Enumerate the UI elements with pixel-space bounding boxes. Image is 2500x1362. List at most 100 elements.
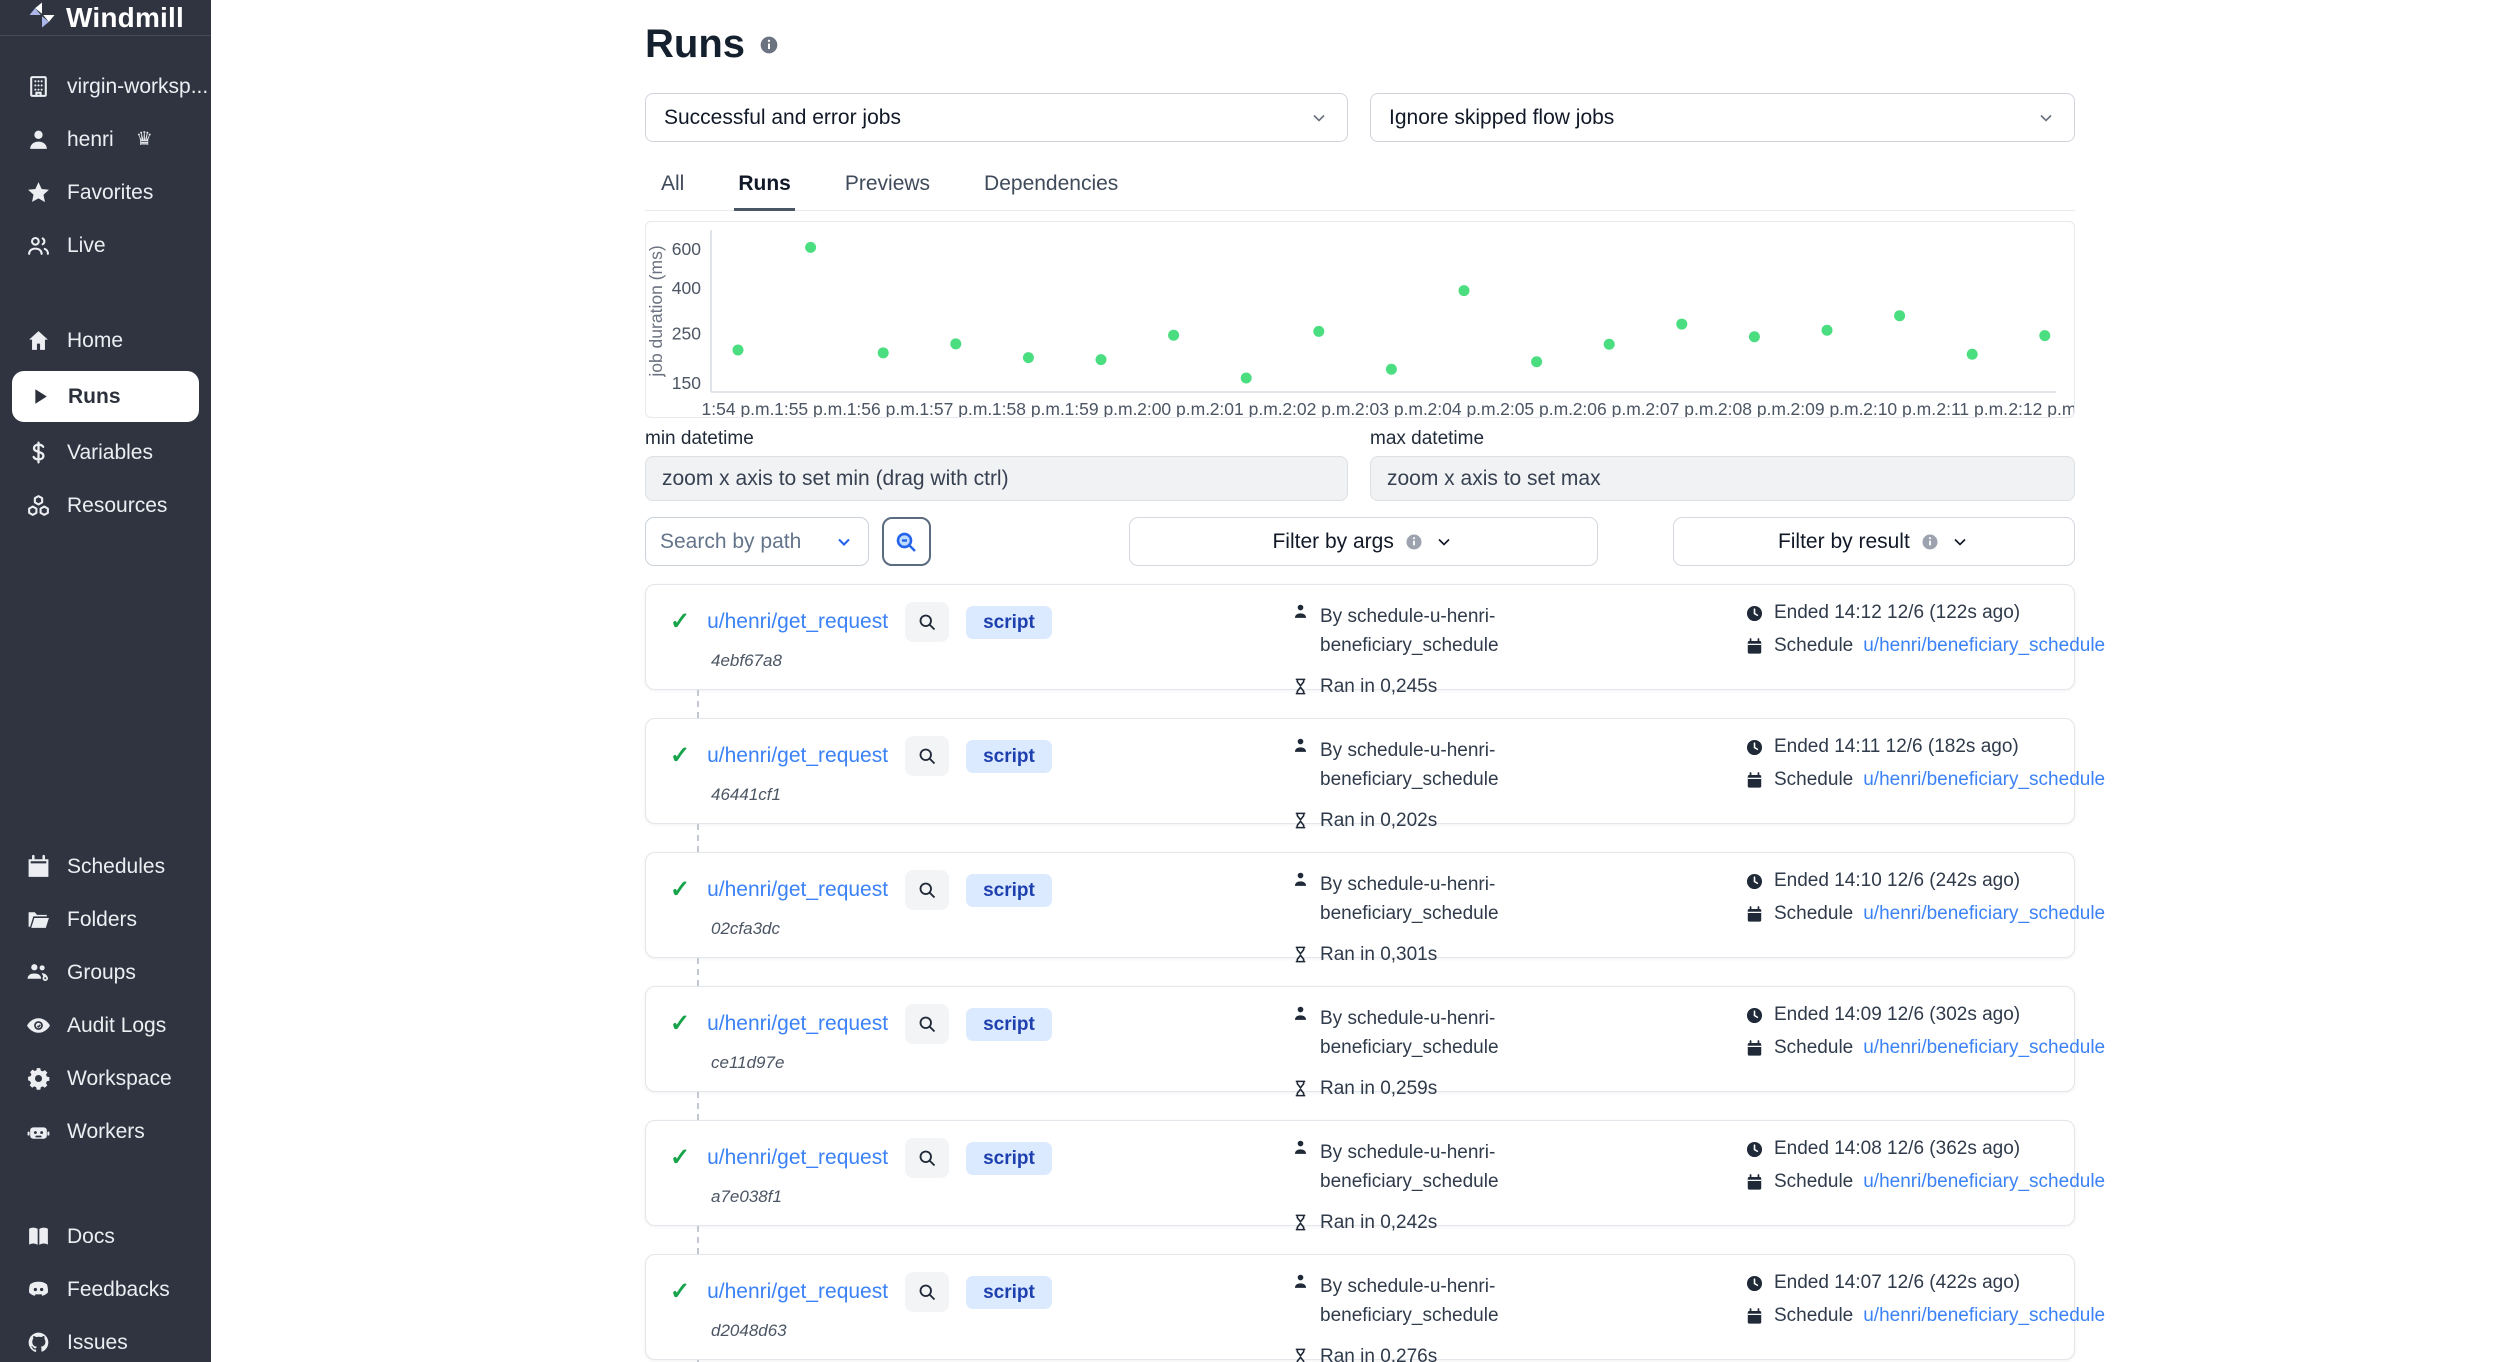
sidebar-group-admin: Schedules Folders Groups <box>0 840 211 1158</box>
chevron-down-icon <box>1950 532 1970 552</box>
ended-text: Ended 14:11 12/6 (182s ago) <box>1774 736 2019 758</box>
inspect-run-button[interactable] <box>905 602 949 642</box>
tab-all[interactable]: All <box>657 164 688 210</box>
run-card[interactable]: ✓ u/henri/get_request script 02cfa3dc By… <box>645 852 2075 958</box>
run-card-middle: By schedule-u-henri-beneficiary_schedule… <box>1291 1272 1745 1362</box>
page-title: Runs <box>645 22 745 67</box>
filter-by-args-button[interactable]: Filter by args <box>1129 517 1598 566</box>
feedbacks-label: Feedbacks <box>67 1278 170 1302</box>
run-id: 4ebf67a8 <box>711 651 1291 671</box>
sidebar-item-workspace-settings[interactable]: Workspace <box>0 1052 211 1105</box>
sidebar-item-issues[interactable]: Issues <box>0 1316 211 1362</box>
chevron-down-icon <box>1309 108 1329 128</box>
max-datetime-input[interactable] <box>1370 456 2075 501</box>
sidebar-item-groups[interactable]: Groups <box>0 946 211 999</box>
success-check-icon: ✓ <box>670 610 690 634</box>
inspect-run-button[interactable] <box>905 870 949 910</box>
search-icon <box>894 530 918 554</box>
run-path-link[interactable]: u/henri/get_request <box>707 1280 888 1304</box>
sidebar-item-user[interactable]: henri ♛ <box>0 113 211 166</box>
clock-icon <box>1745 604 1764 623</box>
search-by-path-placeholder: Search by path <box>660 530 801 554</box>
run-path-link[interactable]: u/henri/get_request <box>707 610 888 634</box>
sidebar-item-favorites[interactable]: Favorites <box>0 166 211 219</box>
svg-text:1:54 p.m.: 1:54 p.m. <box>702 399 775 417</box>
run-id: 46441cf1 <box>711 785 1291 805</box>
run-path-link[interactable]: u/henri/get_request <box>707 744 888 768</box>
svg-text:2:00 p.m.: 2:00 p.m. <box>1137 399 1210 417</box>
play-icon <box>26 383 53 410</box>
schedule-path-link[interactable]: u/henri/beneficiary_schedule <box>1863 903 2105 925</box>
triggered-by-text: By schedule-u-henri-beneficiary_schedule <box>1320 736 1591 795</box>
tab-dependencies[interactable]: Dependencies <box>980 164 1122 210</box>
run-path-link[interactable]: u/henri/get_request <box>707 878 888 902</box>
workspace-settings-label: Workspace <box>67 1067 172 1091</box>
sidebar-item-docs[interactable]: Docs <box>0 1210 211 1263</box>
run-path-link[interactable]: u/henri/get_request <box>707 1012 888 1036</box>
sidebar-item-folders[interactable]: Folders <box>0 893 211 946</box>
min-datetime-label: min datetime <box>645 428 1348 450</box>
live-label: Live <box>67 234 106 258</box>
inspect-run-button[interactable] <box>905 1004 949 1044</box>
schedule-label: Schedule <box>1774 1037 1853 1059</box>
sidebar-item-audit-logs[interactable]: Audit Logs <box>0 999 211 1052</box>
search-button[interactable] <box>882 517 931 566</box>
user-icon <box>1291 870 1310 889</box>
run-card-left: ✓ u/henri/get_request script 46441cf1 <box>670 736 1291 832</box>
run-card[interactable]: ✓ u/henri/get_request script a7e038f1 By… <box>645 1120 2075 1226</box>
schedules-label: Schedules <box>67 855 165 879</box>
run-path-link[interactable]: u/henri/get_request <box>707 1146 888 1170</box>
sidebar-item-variables[interactable]: Variables <box>0 426 211 479</box>
calendar-icon <box>1745 1173 1764 1192</box>
inspect-run-button[interactable] <box>905 1138 949 1178</box>
run-card[interactable]: ✓ u/henri/get_request script 46441cf1 By… <box>645 718 2075 824</box>
calendar-icon <box>1745 1307 1764 1326</box>
schedule-path-link[interactable]: u/henri/beneficiary_schedule <box>1863 769 2105 791</box>
run-card[interactable]: ✓ u/henri/get_request script d2048d63 By… <box>645 1254 2075 1360</box>
sidebar-item-schedules[interactable]: Schedules <box>0 840 211 893</box>
job-duration-chart[interactable]: 1502504006001:54 p.m.1:55 p.m.1:56 p.m.1… <box>645 221 2075 418</box>
sidebar-item-workspace[interactable]: virgin-worksp... <box>0 60 211 113</box>
min-datetime-input[interactable] <box>645 456 1348 501</box>
sidebar-item-home[interactable]: Home <box>0 314 211 367</box>
run-card[interactable]: ✓ u/henri/get_request script ce11d97e By… <box>645 986 2075 1092</box>
tab-previews[interactable]: Previews <box>841 164 934 210</box>
schedule-path-link[interactable]: u/henri/beneficiary_schedule <box>1863 635 2105 657</box>
skipped-flows-value: Ignore skipped flow jobs <box>1389 106 1614 130</box>
skipped-flows-select[interactable]: Ignore skipped flow jobs <box>1370 93 2075 142</box>
runs-list: ✓ u/henri/get_request script 4ebf67a8 By… <box>645 584 2075 1362</box>
building-icon <box>25 73 52 100</box>
book-icon <box>25 1223 52 1250</box>
run-card[interactable]: ✓ u/henri/get_request script 4ebf67a8 By… <box>645 584 2075 690</box>
schedule-path-link[interactable]: u/henri/beneficiary_schedule <box>1863 1037 2105 1059</box>
main-content: Runs Successful and error jobs Ignore sk… <box>211 0 2500 1362</box>
svg-text:1:58 p.m.: 1:58 p.m. <box>992 399 1065 417</box>
run-card-right: Ended 14:07 12/6 (422s ago) Schedule u/h… <box>1745 1272 2105 1362</box>
tab-runs[interactable]: Runs <box>734 164 795 211</box>
robot-icon <box>25 1118 52 1145</box>
schedule-label: Schedule <box>1774 1171 1853 1193</box>
sidebar-item-runs[interactable]: Runs <box>12 371 199 422</box>
search-by-path-select[interactable]: Search by path <box>645 517 869 566</box>
job-kind-select[interactable]: Successful and error jobs <box>645 93 1348 142</box>
sidebar-item-live[interactable]: Live <box>0 219 211 272</box>
triggered-by-text: By schedule-u-henri-beneficiary_schedule <box>1320 1004 1591 1063</box>
sidebar-item-feedbacks[interactable]: Feedbacks <box>0 1263 211 1316</box>
inspect-run-button[interactable] <box>905 1272 949 1312</box>
clock-icon <box>1745 1140 1764 1159</box>
sidebar-item-workers[interactable]: Workers <box>0 1105 211 1158</box>
ended-text: Ended 14:07 12/6 (422s ago) <box>1774 1272 2020 1294</box>
schedule-path-link[interactable]: u/henri/beneficiary_schedule <box>1863 1171 2105 1193</box>
inspect-run-button[interactable] <box>905 736 949 776</box>
info-icon[interactable] <box>759 35 779 55</box>
success-check-icon: ✓ <box>670 744 690 768</box>
filter-by-result-button[interactable]: Filter by result <box>1673 517 2075 566</box>
svg-text:600: 600 <box>672 239 701 259</box>
run-card-left: ✓ u/henri/get_request script 4ebf67a8 <box>670 602 1291 698</box>
sidebar-item-resources[interactable]: Resources <box>0 479 211 532</box>
brand-header[interactable]: Windmill <box>0 0 211 36</box>
schedule-path-link[interactable]: u/henri/beneficiary_schedule <box>1863 1305 2105 1327</box>
run-duration-text: Ran in 0,202s <box>1320 810 1437 832</box>
app-root: Windmill virgin-worksp... henri <box>0 0 2500 1362</box>
home-label: Home <box>67 329 123 353</box>
